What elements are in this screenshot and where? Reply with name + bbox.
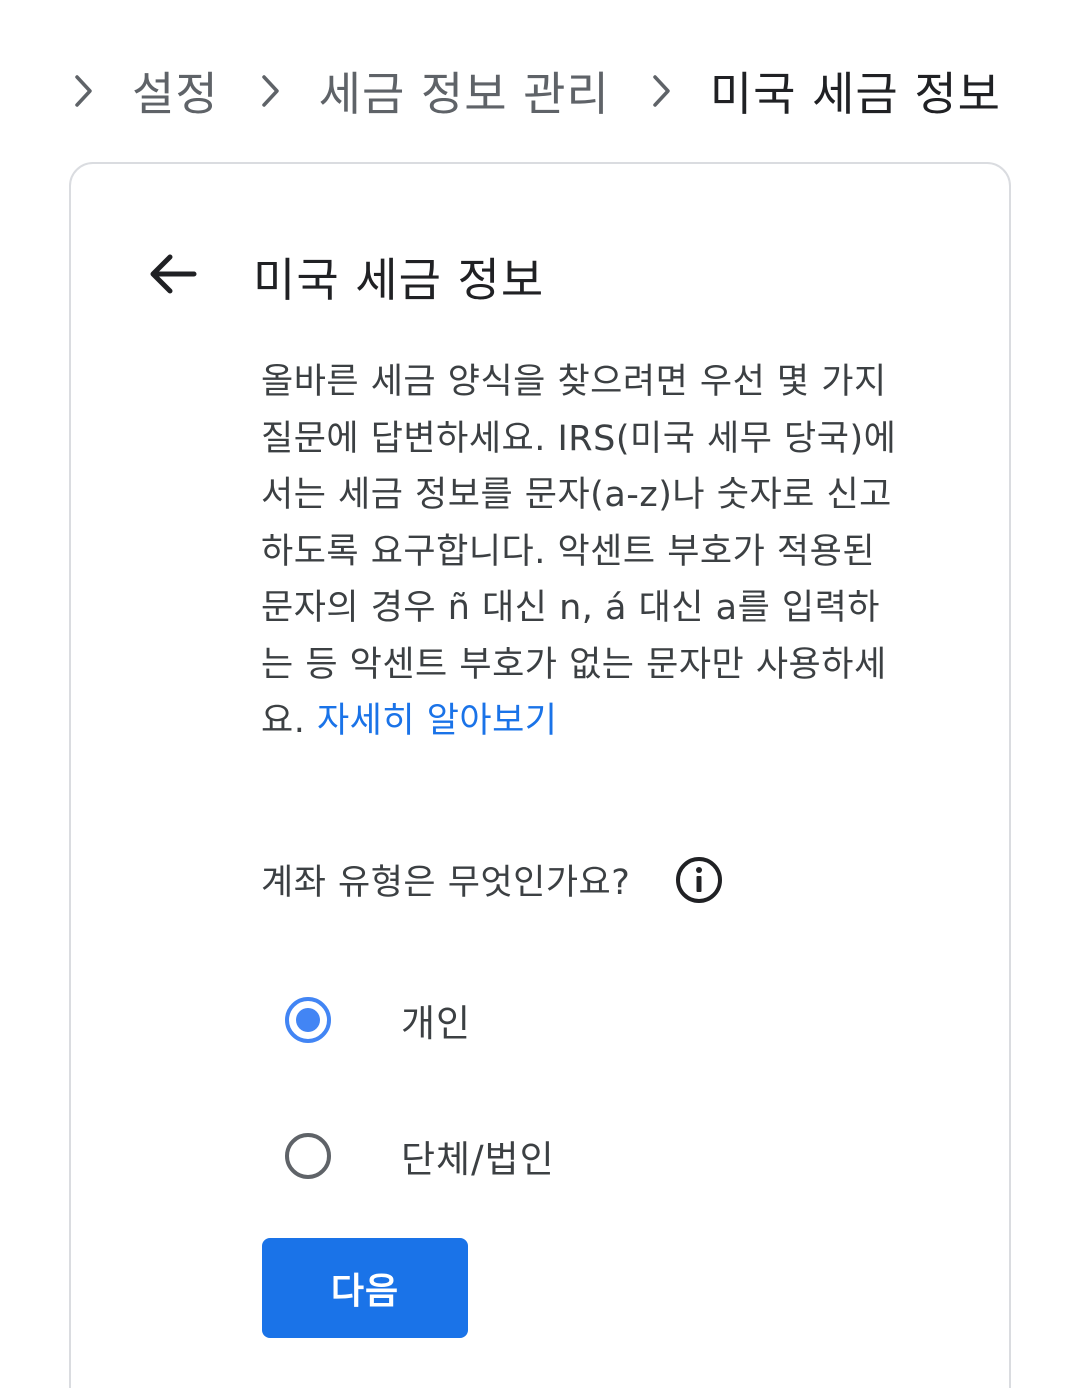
tax-info-card: 미국 세금 정보 올바른 세금 양식을 찾으려면 우선 몇 가지 질문에 답변하… [69, 162, 1011, 1388]
radio-option-business[interactable]: 단체/법인 [285, 1129, 555, 1183]
chevron-right-icon [644, 73, 680, 109]
breadcrumb-item-tax-info[interactable]: 세금 정보 관리 [319, 58, 610, 124]
radio-label-business: 단체/법인 [401, 1138, 555, 1181]
radio-button-unselected[interactable] [285, 1133, 331, 1179]
chevron-right-icon [253, 73, 289, 109]
radio-label-individual: 개인 [401, 1002, 472, 1045]
question-label: 계좌 유형은 무엇인가요? [261, 863, 631, 903]
breadcrumb-item-settings[interactable]: 설정 [132, 58, 219, 124]
breadcrumb-item-current: 미국 세금 정보 [709, 67, 1001, 121]
back-button[interactable] [143, 246, 203, 306]
breadcrumb: 설정 세금 정보 관리 미국 세금 정보 [66, 58, 1001, 124]
radio-dot [296, 1008, 320, 1032]
arrow-back-icon [148, 252, 198, 300]
description-body: 올바른 세금 양식을 찾으려면 우선 몇 가지 질문에 답변하세요. IRS(미… [261, 362, 897, 741]
info-icon[interactable] [674, 855, 724, 905]
account-type-question: 계좌 유형은 무엇인가요? [261, 854, 724, 905]
page-title: 미국 세금 정보 [253, 253, 545, 307]
chevron-right-icon [66, 73, 102, 109]
next-button[interactable]: 다음 [262, 1238, 468, 1338]
radio-button-selected[interactable] [285, 997, 331, 1043]
page: 설정 세금 정보 관리 미국 세금 정보 미국 세금 정보 올바른 세금 양식을… [0, 0, 1080, 1388]
radio-option-individual[interactable]: 개인 [285, 993, 471, 1047]
description-text: 올바른 세금 양식을 찾으려면 우선 몇 가지 질문에 답변하세요. IRS(미… [261, 354, 911, 750]
learn-more-link[interactable]: 자세히 알아보기 [317, 701, 558, 741]
